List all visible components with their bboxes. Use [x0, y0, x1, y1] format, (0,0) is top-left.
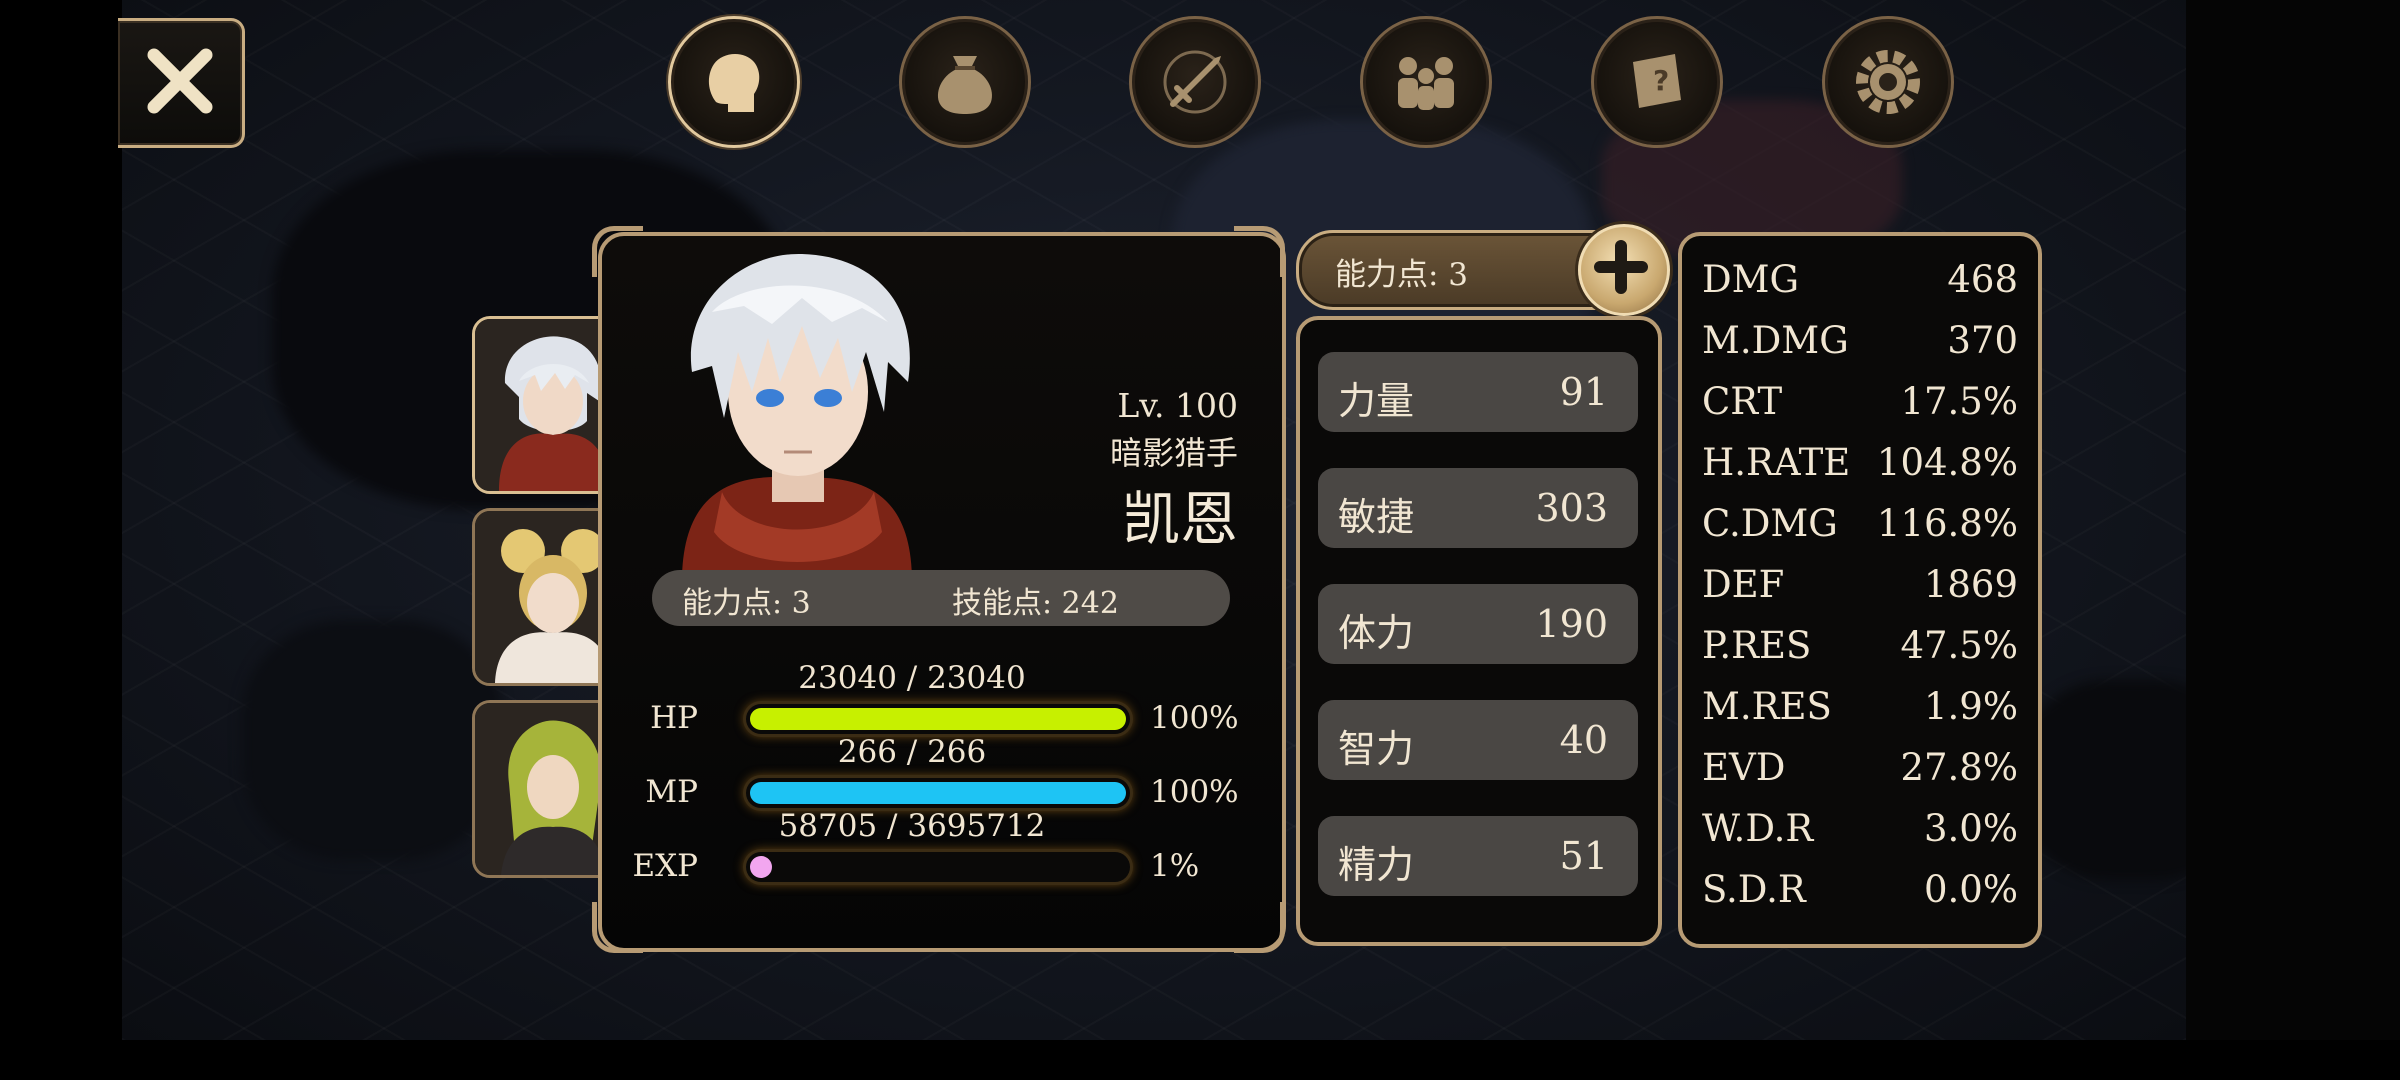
attribute-key: DEF [1702, 563, 1785, 606]
gear-icon [1856, 50, 1920, 114]
attribute-row: DMG 468 [1702, 258, 2018, 308]
attribute-row: M.DMG 370 [1702, 319, 2018, 369]
ability-points-label: 能力点: 3 [682, 586, 811, 621]
hp-bar-fill [750, 708, 1126, 730]
attribute-value: 1.9% [1924, 685, 2018, 728]
mp-bar [746, 778, 1130, 808]
attribute-row: M.RES 1.9% [1702, 685, 2018, 735]
stat-value: 51 [1559, 834, 1608, 878]
attribute-value: 17.5% [1900, 380, 2018, 423]
screen-edge-bottom [0, 1040, 2400, 1080]
attribute-value: 0.0% [1924, 868, 2018, 911]
stat-label: 精力 [1338, 843, 1415, 887]
add-stat-points-button[interactable] [1578, 224, 1670, 316]
exp-bar [746, 852, 1130, 882]
panel-corner-ornament [592, 226, 643, 277]
screen-edge-right [2186, 0, 2400, 1080]
attribute-value: 370 [1947, 319, 2018, 362]
attribute-value: 1869 [1923, 563, 2018, 606]
stat-label: 体力 [1338, 611, 1415, 655]
stat-label: 力量 [1338, 379, 1415, 423]
attribute-value: 116.8% [1876, 502, 2018, 545]
character-level: Lv. 100 [1117, 386, 1238, 425]
attribute-value: 3.0% [1924, 807, 2018, 850]
hp-percent: 100% [1150, 700, 1239, 736]
close-button[interactable] [118, 18, 245, 148]
stat-row-agility[interactable]: 敏捷 303 [1318, 468, 1638, 548]
exp-percent: 1% [1150, 848, 1200, 884]
points-summary-bar: 能力点: 3 技能点: 242 [652, 570, 1230, 626]
attribute-key: EVD [1702, 746, 1786, 789]
bag-icon [937, 56, 993, 114]
hp-label: HP [650, 700, 698, 736]
combat-attributes-panel: DMG 468 M.DMG 370 CRT 17.5% H.RATE 104.8% C.… [1678, 232, 2042, 948]
attribute-key: DMG [1702, 258, 1800, 301]
attribute-value: 27.8% [1900, 746, 2018, 789]
stat-value: 303 [1535, 486, 1608, 530]
stat-row-strength[interactable]: 力量 91 [1318, 352, 1638, 432]
mp-bar-fill [750, 782, 1126, 804]
character-class: 暗影猎手 [1109, 434, 1238, 472]
close-icon [147, 48, 213, 114]
attribute-value: 47.5% [1900, 624, 2018, 667]
base-stats-panel: 力量 91 敏捷 303 体力 190 智力 40 精力 51 [1296, 316, 1662, 946]
attribute-row: P.RES 47.5% [1702, 624, 2018, 674]
stat-label: 敏捷 [1338, 495, 1415, 539]
attribute-value: 468 [1947, 258, 2018, 301]
mp-label: MP [645, 774, 698, 810]
attribute-key: S.D.R [1702, 868, 1806, 911]
attribute-key: C.DMG [1702, 502, 1838, 545]
head-icon [708, 53, 760, 112]
attribute-row: CRT 17.5% [1702, 380, 2018, 430]
attribute-key: CRT [1702, 380, 1783, 423]
equipment-menu-button[interactable] [1129, 16, 1261, 148]
hp-value: 23040 / 23040 [798, 660, 1026, 696]
attribute-value: 104.8% [1876, 441, 2018, 484]
mp-percent: 100% [1150, 774, 1239, 810]
settings-menu-button[interactable] [1822, 16, 1954, 148]
character-menu-button[interactable] [668, 16, 800, 148]
exp-value: 58705 / 3695712 [778, 808, 1046, 844]
quest-scroll-icon: ? [1633, 54, 1681, 108]
stat-points-header: 能力点: 3 [1296, 230, 1622, 310]
attribute-row: EVD 27.8% [1702, 746, 2018, 796]
attribute-key: M.DMG [1702, 319, 1849, 362]
attribute-key: W.D.R [1702, 807, 1814, 850]
skill-points-label: 技能点: 242 [952, 586, 1119, 621]
plus-icon [1594, 240, 1648, 294]
attribute-row: W.D.R 3.0% [1702, 807, 2018, 857]
stat-value: 91 [1559, 370, 1608, 414]
hp-bar [746, 704, 1130, 734]
character-info-panel: Lv. 100 暗影猎手 凯恩 能力点: 3 技能点: 242 23040 / … [598, 232, 1286, 952]
character-portrait [682, 253, 912, 582]
inventory-menu-button[interactable] [899, 16, 1031, 148]
attribute-row: DEF 1869 [1702, 563, 2018, 613]
attribute-row: H.RATE 104.8% [1702, 441, 2018, 491]
panel-corner-ornament [592, 902, 643, 953]
mp-value: 266 / 266 [837, 734, 987, 770]
stat-row-intelligence[interactable]: 智力 40 [1318, 700, 1638, 780]
panel-corner-ornament [1234, 226, 1285, 277]
stat-label: 智力 [1338, 727, 1415, 771]
stat-row-spirit[interactable]: 精力 51 [1318, 816, 1638, 896]
attribute-row: S.D.R 0.0% [1702, 868, 2018, 918]
stat-row-vitality[interactable]: 体力 190 [1318, 584, 1638, 664]
attribute-key: M.RES [1702, 685, 1832, 728]
quest-menu-button[interactable]: ? [1591, 16, 1723, 148]
character-name: 凯恩 [1121, 485, 1238, 553]
weapon-icon [1163, 50, 1227, 114]
stat-value: 190 [1535, 602, 1608, 646]
exp-label: EXP [632, 848, 698, 884]
panel-corner-ornament [1234, 902, 1285, 953]
attribute-row: C.DMG 116.8% [1702, 502, 2018, 552]
attribute-key: P.RES [1702, 624, 1812, 667]
stat-value: 40 [1559, 718, 1608, 762]
stat-points-label: 能力点: 3 [1335, 257, 1469, 293]
attribute-key: H.RATE [1702, 441, 1851, 484]
svg-text:?: ? [1653, 64, 1669, 97]
party-menu-button[interactable] [1360, 16, 1492, 148]
party-icon [1398, 57, 1454, 110]
exp-bar-fill [750, 856, 772, 878]
